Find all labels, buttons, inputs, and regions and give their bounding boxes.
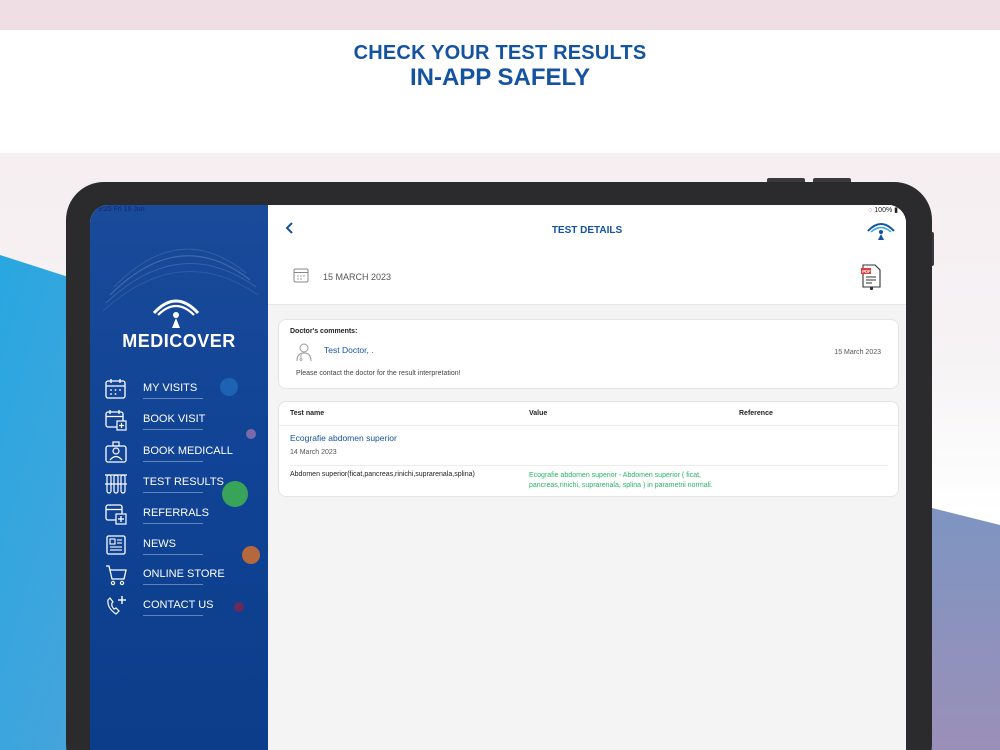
test-date: 14 March 2023: [290, 449, 337, 456]
battery-icon: ▮: [894, 207, 898, 214]
test-title: Ecografie abdomen superior: [290, 433, 397, 443]
table-row-name: Abdomen superior(ficat,pancreas,rinichi,…: [290, 471, 475, 478]
doctor-avatar-icon: [296, 343, 312, 362]
decorative-dot-green: [222, 481, 248, 507]
cart-icon: [106, 565, 127, 586]
battery-text: 100%: [874, 207, 893, 214]
menu-item-news[interactable]: NEWS: [104, 533, 264, 559]
app-screen: 9:25 Fri 16 Jun MEDICOVER MY VISITS BOOK…: [90, 205, 906, 750]
test-tubes-icon: [105, 474, 127, 494]
medicover-mini-logo-icon[interactable]: [866, 219, 896, 241]
menu-underline: [143, 523, 203, 524]
doctor-name: Test Doctor, .: [324, 345, 374, 355]
result-date: 15 MARCH 2023: [323, 272, 392, 282]
menu-label: BOOK MEDICALL: [143, 445, 233, 457]
phone-plus-icon: [107, 596, 126, 615]
table-row-value: Ecografie abdomen superior - Abdomen sup…: [529, 472, 713, 489]
menu-label: NEWS: [143, 538, 176, 550]
menu-underline: [143, 398, 203, 399]
main-panel: ◌ 100% ▮ TEST DETAILS 15 MARCH 2023 PDF …: [268, 205, 906, 750]
menu-label: CONTACT US: [143, 599, 214, 611]
decorative-dot-maroon: [234, 602, 244, 612]
header-divider: [279, 425, 900, 426]
menu-underline: [143, 615, 203, 616]
menu-label: BOOK VISIT: [143, 413, 206, 425]
referral-icon: [105, 504, 127, 525]
page-title: TEST DETAILS: [551, 225, 623, 236]
menu-underline: [143, 429, 203, 430]
column-header-value: Value: [529, 410, 548, 417]
svg-text:PDF: PDF: [862, 269, 871, 274]
menu-label: REFERRALS: [143, 507, 210, 519]
detail-header: ◌ 100% ▮ TEST DETAILS 15 MARCH 2023 PDF: [268, 205, 906, 305]
decorative-dot-purple: [246, 429, 256, 439]
doctor-comments-card: Doctor's comments: Test Doctor, . 15 Mar…: [278, 319, 899, 389]
column-header-reference: Reference: [739, 410, 773, 417]
comment-date: 15 March 2023: [834, 349, 881, 356]
news-icon: [106, 535, 126, 555]
menu-label: TEST RESULTS: [143, 476, 224, 488]
menu-item-online-store[interactable]: ONLINE STORE: [104, 563, 264, 589]
menu-underline: [143, 554, 203, 555]
medicall-icon: [105, 441, 127, 463]
results-table-card: Test name Value Reference Ecografie abdo…: [278, 401, 900, 497]
menu-label: ONLINE STORE: [143, 568, 225, 580]
status-time-date: 9:25 Fri 16 Jun: [98, 206, 145, 213]
menu-underline: [143, 584, 203, 585]
calendar-icon: [105, 379, 126, 399]
menu-item-my-visits[interactable]: MY VISITS: [104, 377, 264, 403]
sidebar: 9:25 Fri 16 Jun MEDICOVER MY VISITS BOOK…: [90, 205, 268, 750]
calendar-plus-icon: [105, 410, 127, 431]
column-header-test-name: Test name: [290, 410, 325, 417]
comments-label: Doctor's comments:: [290, 328, 358, 335]
calendar-icon: [293, 268, 309, 283]
medicover-logo-icon: [152, 299, 200, 328]
menu-label: MY VISITS: [143, 382, 198, 394]
brand-wordmark: MEDICOVER: [122, 331, 236, 351]
decorative-dot-orange: [242, 546, 260, 564]
menu-item-book-medicall[interactable]: BOOK MEDICALL: [104, 440, 264, 466]
comment-body: Please contact the doctor for the result…: [296, 370, 461, 377]
pdf-download-icon[interactable]: PDF: [860, 263, 882, 291]
decorative-dot-blue: [220, 378, 238, 396]
status-battery: ◌ 100% ▮: [868, 206, 898, 214]
row-divider: [290, 465, 888, 466]
menu-underline: [143, 461, 203, 462]
wifi-icon: ◌: [868, 207, 873, 214]
menu-item-book-visit[interactable]: BOOK VISIT: [104, 408, 264, 434]
menu-underline: [143, 492, 203, 493]
